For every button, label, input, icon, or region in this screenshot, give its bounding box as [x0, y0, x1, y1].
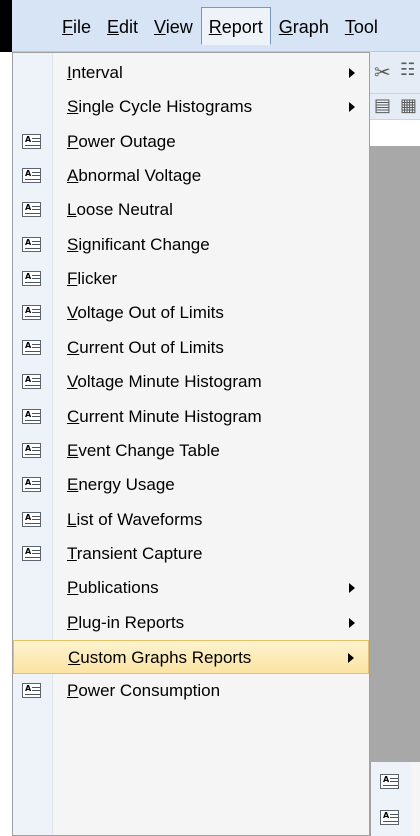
window-edge [0, 0, 12, 52]
wave-icon[interactable]: ▤ [374, 95, 391, 116]
menu-item-power-consumption[interactable]: A Power Consumption [13, 674, 369, 708]
menu-item-label: Abnormal Voltage [67, 166, 202, 185]
menu-item-label: Power Consumption [67, 681, 221, 700]
menu-item-label: Custom Graphs Reports [68, 648, 252, 667]
menu-item-label: Significant Change [67, 235, 210, 254]
menu-item-single-cycle-histograms[interactable]: Single Cycle Histograms [13, 90, 369, 124]
tile-icon[interactable]: ▦ [400, 95, 417, 116]
report-icon: A [22, 409, 41, 424]
report-icon: A [22, 443, 41, 458]
menu-item-power-outage[interactable]: A Power Outage [13, 125, 369, 159]
menu-item-significant-change[interactable]: A Significant Change [13, 228, 369, 262]
toolbar-top: ✂ ☷ [370, 52, 420, 94]
report-icon: A [380, 774, 399, 789]
report-icon: A [22, 202, 41, 217]
menu-bar: File Edit View Report Graph Tool [12, 0, 420, 52]
menu-item-voltage-out-of-limits[interactable]: A Voltage Out of Limits [13, 296, 369, 330]
menu-item-label: Interval [67, 63, 123, 82]
report-icon: A [22, 477, 41, 492]
report-icon: A [22, 134, 41, 149]
submenu-item[interactable]: A [371, 765, 420, 799]
submenu-arrow-icon [349, 102, 355, 112]
menu-item-abnormal-voltage[interactable]: A Abnormal Voltage [13, 159, 369, 193]
menu-item-label: Power Outage [67, 132, 176, 151]
report-icon: A [22, 374, 41, 389]
report-icon: A [22, 340, 41, 355]
menu-item-list-of-waveforms[interactable]: A List of Waveforms [13, 503, 369, 537]
copy-icon[interactable]: ☷ [400, 60, 415, 80]
menu-item-current-out-of-limits[interactable]: A Current Out of Limits [13, 331, 369, 365]
menu-item-label: Event Change Table [67, 441, 220, 460]
submenu-arrow-icon [349, 618, 355, 628]
menu-item-interval[interactable]: Interval [13, 56, 369, 90]
document-header-strip [370, 120, 420, 146]
submenu-arrow-icon [349, 583, 355, 593]
report-icon: A [22, 512, 41, 527]
toolbar-second: ▤ ▦ [370, 94, 420, 120]
menu-item-voltage-minute-histogram[interactable]: A Voltage Minute Histogram [13, 365, 369, 399]
report-icon: A [22, 271, 41, 286]
menu-item-flicker[interactable]: A Flicker [13, 262, 369, 296]
menu-item-transient-capture[interactable]: A Transient Capture [13, 537, 369, 571]
menu-item-label: Loose Neutral [67, 200, 173, 219]
custom-graphs-submenu: AA [370, 762, 420, 836]
report-icon: A [22, 305, 41, 320]
menu-item-label: Voltage Out of Limits [67, 303, 224, 322]
menu-item-energy-usage[interactable]: A Energy Usage [13, 468, 369, 502]
menu-item-event-change-table[interactable]: A Event Change Table [13, 434, 369, 468]
report-icon: A [22, 168, 41, 183]
menu-item-label: Current Out of Limits [67, 338, 224, 357]
menu-item-current-minute-histogram[interactable]: A Current Minute Histogram [13, 400, 369, 434]
menu-view[interactable]: View [146, 7, 201, 45]
menu-tool[interactable]: Tool [337, 7, 386, 45]
menu-report[interactable]: Report [200, 6, 271, 45]
menu-item-loose-neutral[interactable]: A Loose Neutral [13, 193, 369, 227]
submenu-arrow-icon [349, 68, 355, 78]
menu-item-label: Plug-in Reports [67, 613, 185, 632]
submenu-item[interactable]: A [371, 801, 420, 835]
menu-graph[interactable]: Graph [271, 7, 337, 45]
menu-item-label: Current Minute Histogram [67, 407, 262, 426]
menu-item-label: Publications [67, 578, 159, 597]
report-icon: A [22, 683, 41, 698]
menu-item-plug-in-reports[interactable]: Plug-in Reports [13, 606, 369, 640]
submenu-arrow-icon [348, 653, 354, 663]
report-icon: A [22, 237, 41, 252]
report-dropdown-menu: Interval Single Cycle Histograms A Power Ou… [12, 52, 370, 836]
report-icon: A [22, 546, 41, 561]
menu-item-label: Transient Capture [67, 544, 203, 563]
workspace-area [370, 146, 420, 762]
report-icon: A [380, 810, 399, 825]
menu-item-label: Flicker [67, 269, 118, 288]
menu-item-label: Single Cycle Histograms [67, 97, 253, 116]
menu-file[interactable]: File [54, 7, 99, 45]
menu-item-custom-graphs-reports[interactable]: Custom Graphs Reports [13, 640, 369, 674]
menu-item-label: List of Waveforms [67, 510, 203, 529]
menu-item-publications[interactable]: Publications [13, 571, 369, 605]
menu-item-label: Energy Usage [67, 475, 175, 494]
menu-item-label: Voltage Minute Histogram [67, 372, 262, 391]
scissors-icon[interactable]: ✂ [374, 60, 391, 84]
menu-edit[interactable]: Edit [99, 7, 146, 45]
